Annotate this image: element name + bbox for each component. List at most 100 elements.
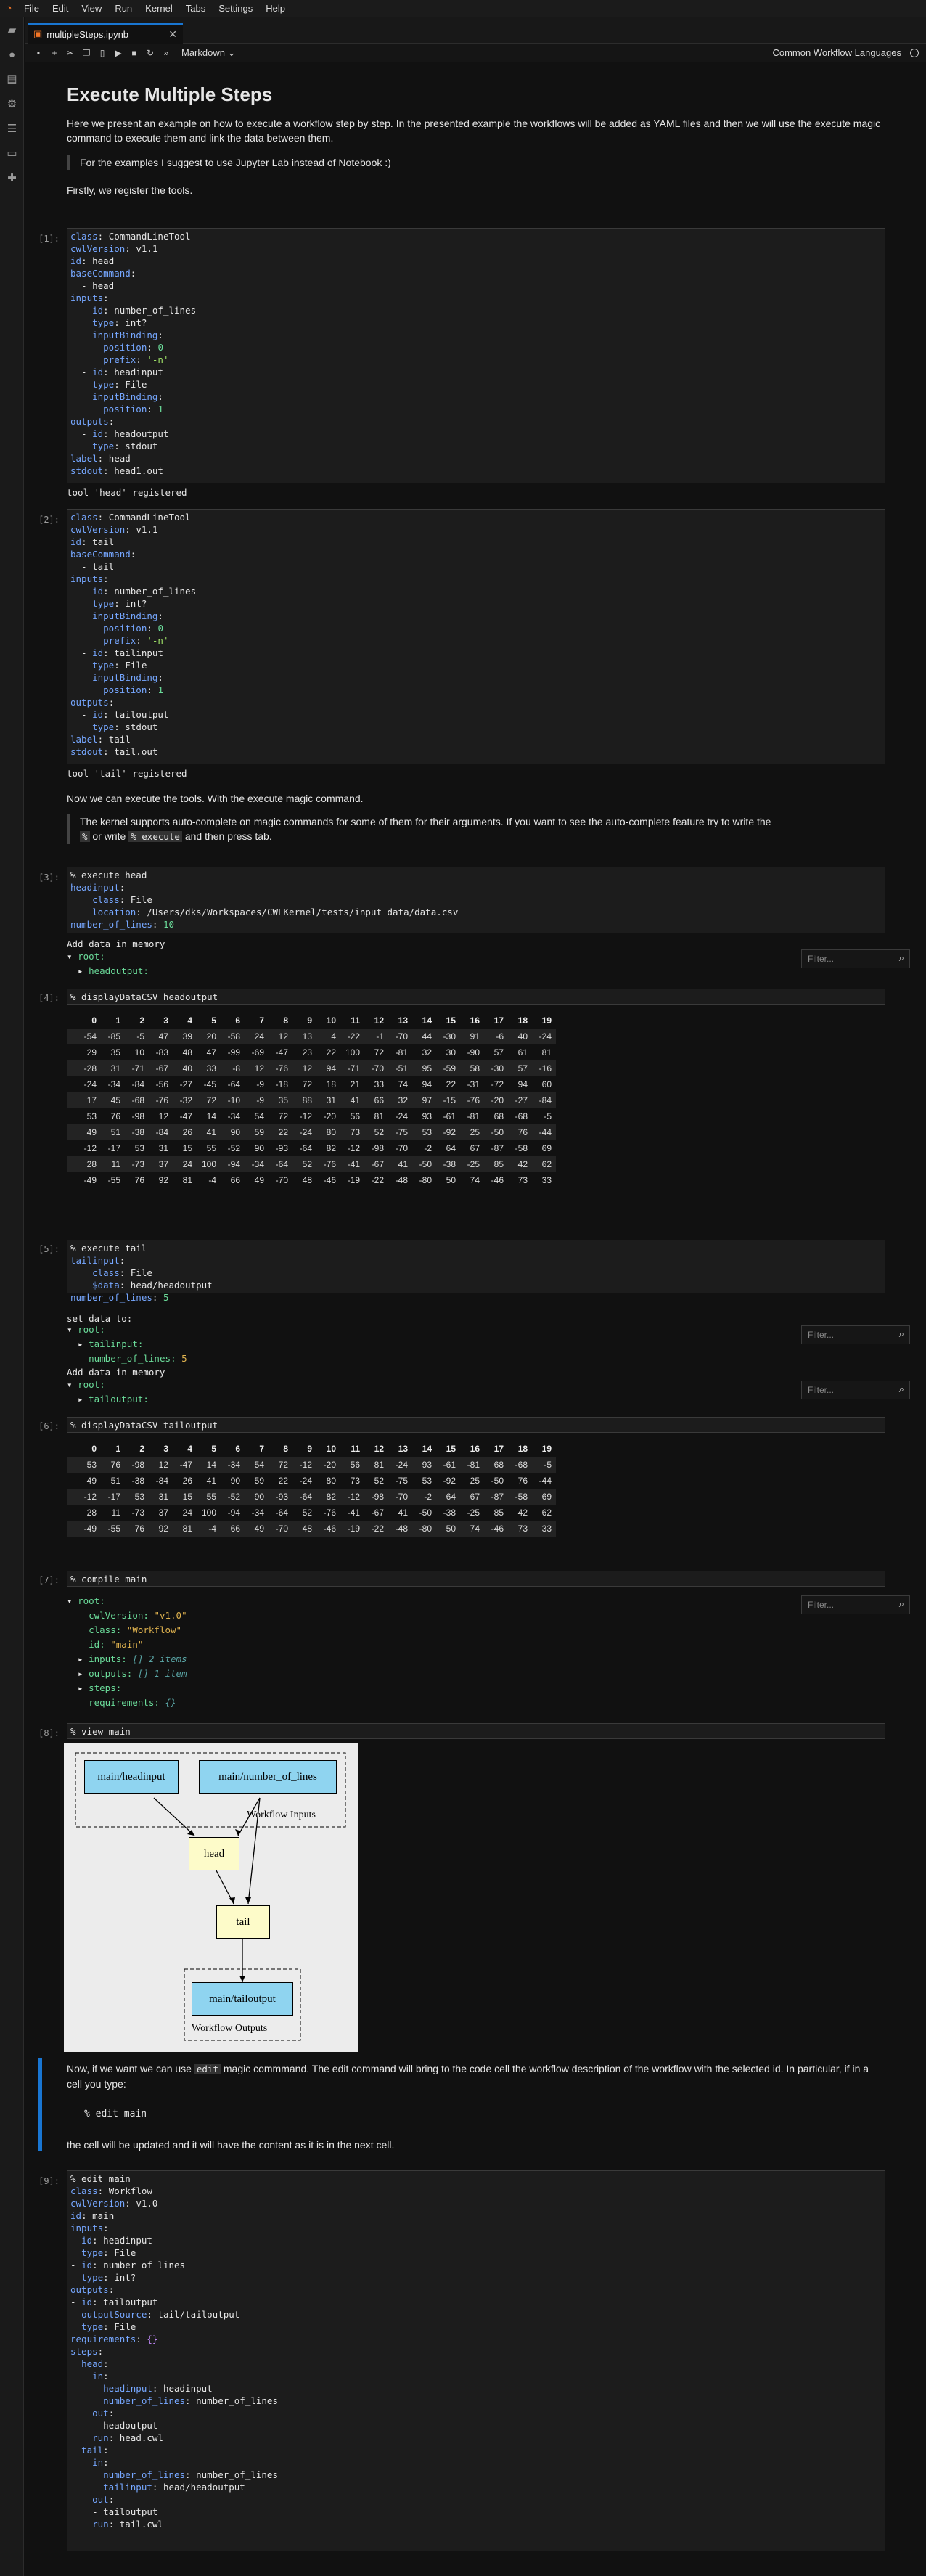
running-icon[interactable]: ● (0, 42, 24, 67)
run-icon[interactable]: ▶ (110, 48, 126, 58)
table-cell: 52 (292, 1156, 316, 1172)
filter-input[interactable]: Filter... ⌕ (801, 949, 910, 968)
tree-root[interactable]: root: (78, 1379, 105, 1390)
fast-forward-icon[interactable]: » (158, 48, 174, 58)
menu-file[interactable]: File (17, 0, 46, 17)
table-cell: 69 (532, 1489, 556, 1505)
property-inspector-icon[interactable]: ⚙ (0, 91, 24, 116)
tree-node-steps[interactable]: steps: (89, 1682, 121, 1693)
copy-icon[interactable]: ❐ (78, 48, 94, 58)
table-row: -12 -17 53 31 15 55 -52 90 -93 -64 82 -12 -98 -70 -2 64… (67, 1489, 556, 1505)
table-cell: -98 (371, 1143, 384, 1153)
tree-root[interactable]: root: (78, 1324, 105, 1335)
table-cell: 90 (254, 1143, 264, 1153)
kernel-status-icon (910, 49, 919, 57)
tree-root[interactable]: root: (78, 951, 105, 962)
code-cell-display-tail[interactable]: % displayDataCSV tailoutput (67, 1417, 885, 1433)
tree-value: {} (165, 1697, 176, 1708)
table-cell: 50 (436, 1521, 460, 1537)
tree-node-tailinput[interactable]: tailinput: (89, 1338, 143, 1349)
toc-icon[interactable]: ☰ (0, 116, 24, 141)
table-cell: -76 (269, 1060, 292, 1076)
tab-notebook[interactable]: ▣ multipleSteps.ipynb ✕ (28, 23, 183, 44)
table-cell: -38 (131, 1476, 144, 1486)
tree-node-outputs[interactable]: outputs: (89, 1668, 132, 1679)
graph-node-head: head (189, 1837, 239, 1870)
code-cell-tail[interactable]: class: CommandLineTool cwlVersion: v1.1 … (67, 509, 885, 764)
activity-bar: ▰ ● ▤ ⚙ ☰ ▭ ✚ (0, 17, 24, 2576)
code-cell-edit-main[interactable]: % edit main class: Workflow cwlVersion: … (67, 2170, 885, 2551)
code-cell-execute-tail[interactable]: % execute tail tailinput: class: File $d… (67, 1240, 885, 1303)
commands-icon[interactable]: ▤ (0, 67, 24, 91)
stop-icon[interactable]: ■ (126, 48, 142, 58)
menu-tabs[interactable]: Tabs (179, 0, 212, 17)
table-cell (67, 1156, 77, 1172)
cell-type-select[interactable]: Markdown ⌄ (181, 47, 235, 59)
kernel-name[interactable]: Common Workflow Languages (772, 44, 901, 62)
markdown-cell-execute[interactable]: Now we can execute the tools. With the e… (67, 791, 885, 853)
filter-input[interactable]: Filter... ⌕ (801, 1595, 910, 1614)
tree-node-inputs[interactable]: inputs: (89, 1653, 127, 1664)
markdown-cell-intro[interactable]: Execute Multiple Steps Here we present a… (67, 85, 885, 197)
table-cell: -12 (299, 1111, 312, 1121)
folder-icon[interactable]: ▰ (0, 17, 24, 42)
table-cell: 64 (436, 1489, 460, 1505)
table-cell (67, 1044, 77, 1060)
table-cell: -24 (532, 1029, 556, 1044)
table-cell: -50 (484, 1124, 508, 1140)
code-cell-display-head[interactable]: % displayDataCSV headoutput (67, 989, 885, 1005)
table-cell: -34 (107, 1079, 120, 1089)
menu-edit[interactable]: Edit (46, 0, 75, 17)
table-cell: -83 (155, 1047, 168, 1058)
tabs-icon[interactable]: ▭ (0, 141, 24, 165)
code-cell-compile[interactable]: % compile main (67, 1571, 885, 1587)
close-icon[interactable]: ✕ (168, 28, 177, 41)
menu-view[interactable]: View (75, 0, 108, 17)
table-cell: 41 (197, 1124, 221, 1140)
table-cell: 48 (292, 1521, 316, 1537)
table-header-cell: 7 (259, 1015, 264, 1026)
table-cell: -81 (460, 1457, 484, 1473)
filter-input[interactable]: Filter... ⌕ (801, 1325, 910, 1344)
restart-icon[interactable]: ↻ (142, 48, 158, 58)
tree-root[interactable]: root: (78, 1595, 105, 1606)
menu-settings[interactable]: Settings (212, 0, 259, 17)
table-cell: -73 (125, 1156, 149, 1172)
table-cell: -47 (275, 1047, 288, 1058)
table-cell: 53 (412, 1124, 436, 1140)
table-cell: 41 (340, 1092, 364, 1108)
tree-count: [] 2 items (132, 1653, 187, 1664)
tree-count: [] 1 item (137, 1668, 187, 1679)
table-cell: -16 (532, 1060, 556, 1076)
table-cell: 97 (412, 1092, 436, 1108)
markdown-cell-edit[interactable]: Now, if we want we can use edit magic co… (67, 2061, 885, 2152)
table-cell: 4 (316, 1029, 340, 1044)
table-cell: 10 (134, 1047, 144, 1058)
table-cell: -87 (491, 1143, 504, 1153)
save-icon[interactable]: ▪ (30, 48, 46, 58)
code-cell-execute-head[interactable]: % execute head headinput: class: File lo… (67, 867, 885, 933)
paste-icon[interactable]: ▯ (94, 48, 110, 58)
extension-icon[interactable]: ✚ (0, 165, 24, 190)
menu-run[interactable]: Run (108, 0, 139, 17)
menu-kernel[interactable]: Kernel (139, 0, 179, 17)
table-header-cell: 16 (470, 1015, 480, 1026)
table-cell: -22 (371, 1175, 384, 1185)
table-cell: -58 (221, 1029, 245, 1044)
filter-input[interactable]: Filter... ⌕ (801, 1381, 910, 1399)
table-cell: -70 (388, 1489, 412, 1505)
table-cell: 12 (149, 1457, 173, 1473)
table-cell: 52 (364, 1124, 388, 1140)
table-header-cell: 11 (351, 1444, 360, 1454)
register-paragraph: Firstly, we register the tools. (67, 184, 193, 196)
table-cell: -44 (532, 1124, 556, 1140)
table-cell: -27 (508, 1092, 532, 1108)
code-cell-head[interactable]: class: CommandLineTool cwlVersion: v1.1 … (67, 228, 885, 483)
menu-help[interactable]: Help (259, 0, 292, 17)
code-cell-view[interactable]: % view main (67, 1723, 885, 1739)
tree-node-headoutput[interactable]: headoutput: (89, 965, 149, 976)
table-cell: 52 (374, 1476, 384, 1486)
tree-node-tailoutput[interactable]: tailoutput: (89, 1394, 149, 1404)
cut-icon[interactable]: ✂ (62, 48, 78, 58)
add-cell-icon[interactable]: + (46, 48, 62, 58)
